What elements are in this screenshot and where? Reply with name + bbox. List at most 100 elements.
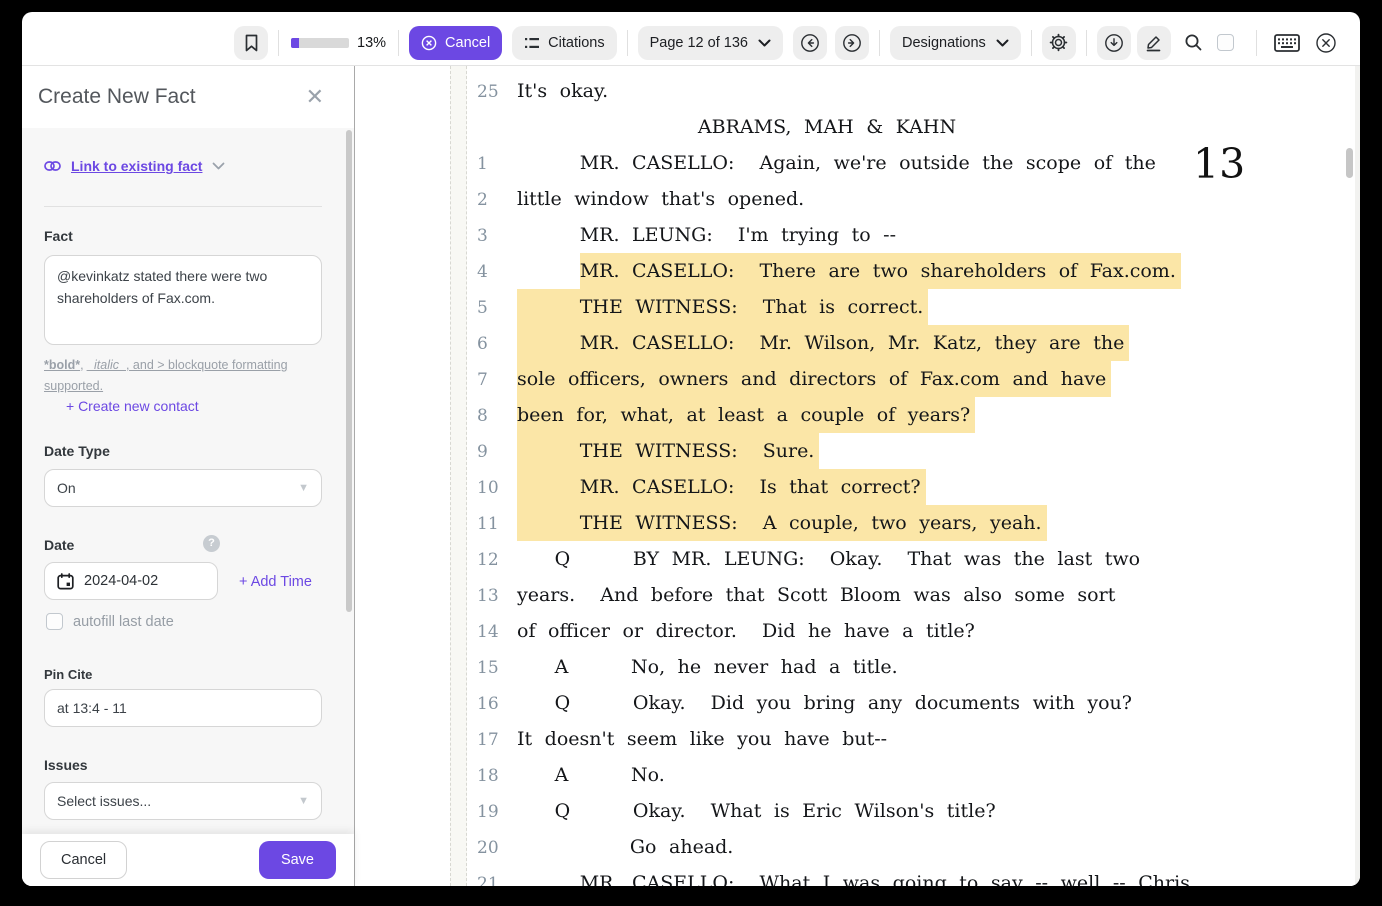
transcript-line[interactable]: 13years. And before that Scott Bloom was… — [468, 577, 1350, 613]
line-number: 11 — [468, 506, 517, 542]
date-input[interactable]: 2024-04-02 — [44, 562, 218, 600]
autofill-label: autofill last date — [73, 614, 174, 630]
transcript-line[interactable]: 16 Q Okay. Did you bring any documents w… — [468, 685, 1350, 721]
line-text: THE WITNESS: Sure. — [517, 433, 819, 469]
toolbar-divider — [278, 30, 279, 56]
designations-menu-button[interactable]: Designations — [890, 26, 1021, 60]
designation-margin-strip[interactable] — [450, 66, 467, 886]
line-text: Q Okay. What is Eric Wilson's title? — [517, 793, 996, 829]
cancel-button[interactable]: Cancel — [40, 841, 127, 879]
arrow-left-circle-icon — [800, 33, 820, 53]
issues-placeholder: Select issues... — [57, 793, 151, 809]
autofill-checkbox[interactable] — [46, 613, 63, 630]
designation-highlight[interactable]: MR. CASELLO: There are two shareholders … — [580, 253, 1181, 289]
panel-body: Link to existing fact Fact @kevinkatz st… — [22, 128, 354, 886]
line-text: MR. LEUNG: I'm trying to -- — [517, 217, 896, 253]
cancel-designation-button[interactable]: Cancel — [409, 26, 502, 60]
settings-button[interactable] — [1042, 26, 1076, 60]
transcript-line[interactable]: 8been for, what, at least a couple of ye… — [468, 397, 1350, 433]
keyboard-shortcuts-button[interactable] — [1267, 26, 1307, 60]
line-text: years. And before that Scott Bloom was a… — [517, 577, 1115, 613]
designation-highlight[interactable]: sole officers, owners and directors of F… — [517, 361, 1111, 397]
line-text: ABRAMS, MAH & KAHN — [517, 109, 1137, 145]
transcript-line[interactable]: 11 THE WITNESS: A couple, two years, yea… — [468, 505, 1350, 541]
transcript-scrollbar[interactable] — [1346, 148, 1353, 178]
bookmark-button[interactable] — [234, 26, 268, 60]
transcript-line[interactable]: 17It doesn't seem like you have but-- — [468, 721, 1350, 757]
date-type-label: Date Type — [44, 443, 110, 459]
transcript-line[interactable]: 20 Go ahead. — [468, 829, 1350, 865]
transcript-line[interactable]: 19 Q Okay. What is Eric Wilson's title? — [468, 793, 1350, 829]
designation-highlight[interactable]: MR. CASELLO: Is that correct? — [517, 469, 926, 505]
line-number: 25 — [468, 74, 517, 110]
citations-button[interactable]: Citations — [512, 26, 616, 60]
designation-highlight[interactable]: THE WITNESS: That is correct. — [517, 289, 928, 325]
line-text: Q Okay. Did you bring any documents with… — [517, 685, 1132, 721]
designation-highlight[interactable]: THE WITNESS: Sure. — [517, 433, 819, 469]
panel-close-icon[interactable]: ✕ — [300, 85, 330, 109]
dropdown-arrow-icon: ▼ — [298, 795, 309, 807]
download-button[interactable] — [1097, 26, 1131, 60]
dropdown-arrow-icon: ▼ — [298, 482, 309, 494]
transcript-line[interactable]: 15 A No, he never had a title. — [468, 649, 1350, 685]
transcript-line[interactable]: 18 A No. — [468, 757, 1350, 793]
pin-cite-input[interactable] — [44, 689, 322, 727]
line-text: sole officers, owners and directors of F… — [517, 361, 1111, 397]
selection-checkbox[interactable] — [1217, 34, 1234, 51]
link-to-existing-fact[interactable]: Link to existing fact — [44, 158, 225, 174]
panel-scrollbar[interactable] — [346, 130, 352, 612]
transcript-line[interactable]: 3 MR. LEUNG: I'm trying to -- — [468, 217, 1350, 253]
transcript-line[interactable]: 7sole officers, owners and directors of … — [468, 361, 1350, 397]
help-icon[interactable]: ? — [203, 535, 220, 552]
citations-button-label: Citations — [548, 35, 604, 51]
previous-page-button[interactable] — [793, 26, 827, 60]
pin-cite-label: Pin Cite — [44, 667, 92, 682]
transcript-line[interactable]: 14of officer or director. Did he have a … — [468, 613, 1350, 649]
toolbar-divider — [398, 30, 399, 56]
transcript-line[interactable]: 21 MR. CASELLO: What I was going to say … — [468, 865, 1350, 886]
autofill-last-date-option[interactable]: autofill last date — [46, 613, 174, 630]
line-text: It's okay. — [517, 73, 608, 109]
line-text: THE WITNESS: That is correct. — [517, 289, 928, 325]
transcript-line[interactable]: 25It's okay. — [468, 73, 1350, 109]
issues-select[interactable]: Select issues... ▼ — [44, 782, 322, 820]
section-divider — [44, 206, 322, 207]
transcript-viewer: 25It's okay.ABRAMS, MAH & KAHN1 MR. CASE… — [355, 66, 1360, 886]
transcript-line[interactable]: 6 MR. CASELLO: Mr. Wilson, Mr. Katz, the… — [468, 325, 1350, 361]
line-number: 14 — [468, 614, 517, 650]
line-text: little window that's opened. — [517, 181, 804, 217]
highlighter-tool-button[interactable] — [1137, 26, 1171, 60]
toolbar-divider — [627, 30, 628, 56]
toolbar-divider — [1086, 30, 1087, 56]
content-area: Create New Fact ✕ Link to existing fact … — [22, 66, 1360, 886]
designation-highlight[interactable]: THE WITNESS: A couple, two years, yeah. — [517, 505, 1047, 541]
transcript-line[interactable]: 4 MR. CASELLO: There are two shareholder… — [468, 253, 1350, 289]
keyboard-icon — [1274, 34, 1300, 52]
line-text: THE WITNESS: A couple, two years, yeah. — [517, 505, 1047, 541]
save-button[interactable]: Save — [259, 841, 336, 879]
transcript-line[interactable]: 9 THE WITNESS: Sure. — [468, 433, 1350, 469]
close-viewer-button[interactable] — [1308, 26, 1344, 60]
document-page-number: 13 — [1193, 140, 1245, 188]
transcript-line[interactable]: 12 Q BY MR. LEUNG: Okay. That was the la… — [468, 541, 1350, 577]
line-number: 16 — [468, 686, 517, 722]
line-text: MR. CASELLO: There are two shareholders … — [517, 253, 1181, 289]
designation-highlight[interactable]: MR. CASELLO: Mr. Wilson, Mr. Katz, they … — [517, 325, 1129, 361]
search-icon — [1184, 33, 1203, 52]
formatting-hint: *bold*, _italic_, and > blockquote forma… — [44, 355, 314, 396]
add-time-link[interactable]: + Add Time — [233, 573, 318, 591]
search-button[interactable] — [1177, 26, 1211, 60]
page-selector[interactable]: Page 12 of 136 — [638, 26, 783, 60]
line-number: 7 — [468, 362, 517, 398]
transcript-line[interactable]: 10 MR. CASELLO: Is that correct? — [468, 469, 1350, 505]
fact-textarea[interactable]: @kevinkatz stated there were two shareho… — [44, 255, 322, 345]
designation-highlight[interactable]: been for, what, at least a couple of yea… — [517, 397, 975, 433]
create-new-contact-link[interactable]: + Create new contact — [60, 397, 205, 415]
next-page-button[interactable] — [835, 26, 869, 60]
date-type-value: On — [57, 480, 76, 496]
date-type-select[interactable]: On ▼ — [44, 469, 322, 507]
date-value: 2024-04-02 — [84, 573, 158, 589]
progress-bar — [291, 38, 349, 48]
transcript-line[interactable]: 5 THE WITNESS: That is correct. — [468, 289, 1350, 325]
panel-header: Create New Fact ✕ — [22, 66, 354, 128]
